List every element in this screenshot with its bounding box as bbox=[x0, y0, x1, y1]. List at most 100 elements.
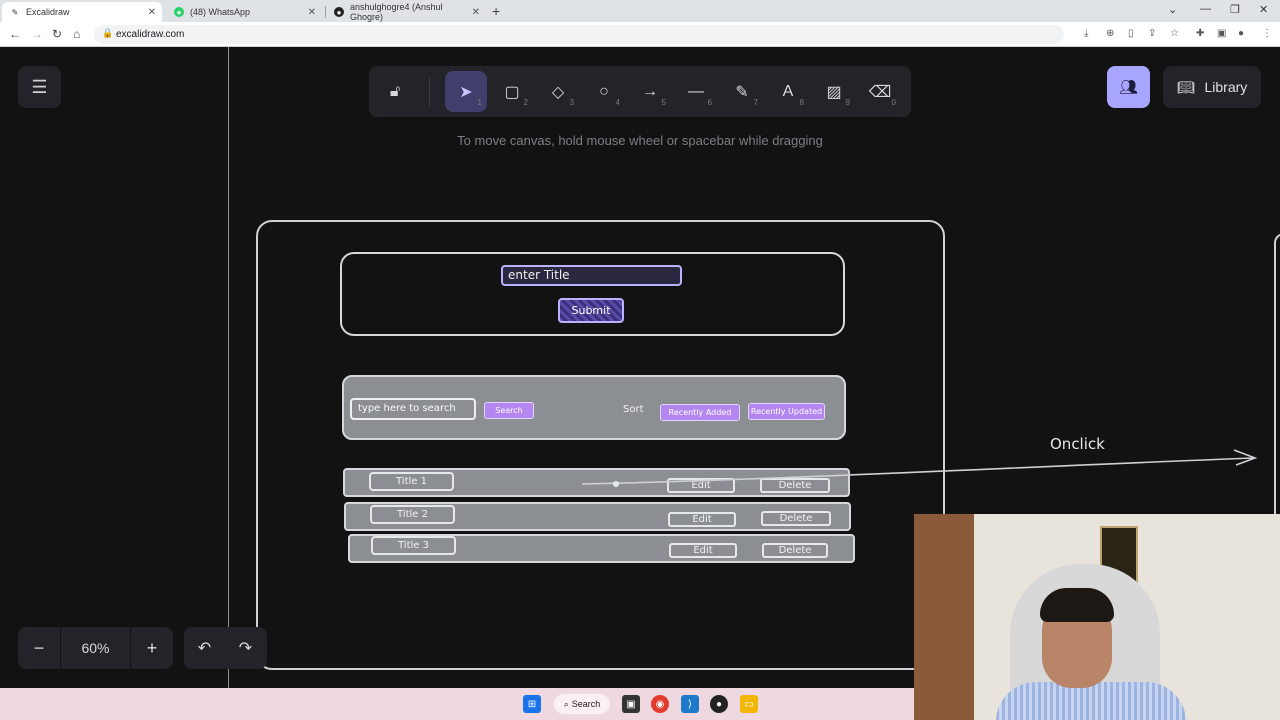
sketch-sort-label[interactable]: Sort bbox=[623, 404, 644, 415]
install-icon[interactable]: ⤓ bbox=[1084, 28, 1088, 39]
tool-key: 5 bbox=[661, 98, 666, 107]
sketch-search-input[interactable]: type here to search bbox=[350, 398, 476, 420]
collaborate-button[interactable]: 👥︎ bbox=[1107, 66, 1150, 108]
close-window-icon[interactable]: ✕ bbox=[1259, 3, 1268, 16]
tool-key: 4 bbox=[615, 98, 620, 107]
diamond-icon: ◇ bbox=[551, 83, 565, 101]
tool-key: 0 bbox=[891, 98, 896, 107]
sketch-edit-button[interactable]: Edit bbox=[668, 512, 736, 527]
zoom-level[interactable]: 60% bbox=[60, 627, 131, 669]
tool-draw[interactable]: ✎ 7 bbox=[721, 71, 763, 112]
bookmark-star-icon[interactable]: ☆ bbox=[1170, 28, 1179, 39]
share-icon[interactable]: ⇪ bbox=[1148, 28, 1156, 39]
windows-start-icon[interactable]: ⊞ bbox=[523, 695, 541, 713]
extensions-icon[interactable]: ✚ bbox=[1196, 28, 1204, 39]
pencil-icon: ✎ bbox=[735, 83, 749, 101]
redo-icon[interactable]: ↷ bbox=[225, 627, 266, 669]
tool-key: 8 bbox=[799, 98, 804, 107]
tool-image[interactable]: ▨ 9 bbox=[813, 71, 855, 112]
sketch-row-title[interactable]: Title 2 bbox=[370, 505, 455, 524]
task-view-icon[interactable]: ▣ bbox=[622, 695, 640, 713]
minimize-icon[interactable]: — bbox=[1200, 3, 1211, 15]
sketch-recently-added-button[interactable]: Recently Added bbox=[660, 404, 740, 421]
sidepanel-icon[interactable]: ▣ bbox=[1217, 28, 1226, 39]
zoom-out-icon[interactable]: − bbox=[18, 627, 60, 669]
tool-rectangle[interactable]: ▢ 2 bbox=[491, 71, 533, 112]
tool-line[interactable]: — 6 bbox=[675, 71, 717, 112]
address-bar-row: ← → ↻ ⌂ 🔒 excalidraw.com ⤓ ⊕ ▯ ⇪ ☆ ✚ ▣ ●… bbox=[0, 22, 1280, 47]
close-tab-icon[interactable]: ✕ bbox=[472, 7, 480, 18]
shape-toolbar: 🔓︎ ➤ 1 ▢ 2 ◇ 3 ○ 4 → 5 — 6 ✎ 7 A 8 ▨ 9 ⌫… bbox=[369, 66, 911, 117]
undo-icon[interactable]: ↶ bbox=[184, 627, 225, 669]
sketch-title-input[interactable]: enter Title bbox=[501, 265, 682, 286]
chrome-icon[interactable]: ◉ bbox=[651, 695, 669, 713]
tool-key: 2 bbox=[523, 98, 528, 107]
tool-key: 9 bbox=[845, 98, 850, 107]
rectangle-icon: ▢ bbox=[504, 83, 520, 101]
windows-taskbar: ⊞ ⌕ Search ▣ ◉ ⟩ ● ▭ bbox=[0, 688, 914, 720]
tab-github[interactable]: ● anshulghogre4 (Anshul Ghogre) ✕ bbox=[326, 2, 486, 22]
excalidraw-favicon-icon: ✎ bbox=[11, 7, 19, 17]
tab-excalidraw[interactable]: ✎ Excalidraw ✕ bbox=[2, 2, 162, 22]
omnibox[interactable]: 🔒 excalidraw.com bbox=[94, 25, 1064, 44]
hamburger-icon: ☰ bbox=[31, 76, 48, 97]
toolbar-divider bbox=[429, 78, 430, 106]
zoom-icon[interactable]: ⊕ bbox=[1106, 28, 1114, 39]
zoom-in-icon[interactable]: + bbox=[131, 627, 173, 669]
vscode-icon[interactable]: ⟩ bbox=[681, 695, 699, 713]
whatsapp-favicon-icon: ● bbox=[174, 7, 184, 17]
tool-diamond[interactable]: ◇ 3 bbox=[537, 71, 579, 112]
library-button[interactable]: 📖︎ Library bbox=[1163, 66, 1261, 108]
new-tab-icon[interactable]: + bbox=[492, 3, 500, 19]
line-icon: — bbox=[688, 82, 704, 100]
sketch-delete-button[interactable]: Delete bbox=[761, 511, 831, 526]
sketch-search-button[interactable]: Search bbox=[484, 402, 534, 419]
tool-key: 3 bbox=[569, 98, 574, 107]
obs-icon[interactable]: ● bbox=[710, 695, 728, 713]
sketch-delete-button[interactable]: Delete bbox=[762, 543, 828, 558]
tool-ellipse[interactable]: ○ 4 bbox=[583, 71, 625, 112]
taskbar-search-label: Search bbox=[571, 699, 601, 709]
tool-arrow[interactable]: → 5 bbox=[629, 71, 671, 112]
webcam-person-shirt bbox=[996, 682, 1186, 720]
sketch-submit-button[interactable]: Submit bbox=[558, 298, 624, 323]
tool-key: 1 bbox=[477, 98, 482, 107]
sketch-edit-button[interactable]: Edit bbox=[669, 543, 737, 558]
forward-icon[interactable]: → bbox=[31, 27, 43, 41]
zoom-controls: − 60% + bbox=[18, 627, 173, 669]
sketch-row-title[interactable]: Title 1 bbox=[369, 472, 454, 491]
restore-icon[interactable]: ❐ bbox=[1230, 3, 1240, 16]
webcam-overlay bbox=[914, 514, 1280, 720]
sketch-row-title[interactable]: Title 3 bbox=[371, 536, 456, 555]
reload-icon[interactable]: ↻ bbox=[52, 27, 62, 41]
main-menu-button[interactable]: ☰ bbox=[18, 66, 61, 108]
tool-eraser[interactable]: ⌫ 0 bbox=[859, 71, 901, 112]
search-icon: ⌕ bbox=[563, 698, 569, 709]
close-tab-icon[interactable]: ✕ bbox=[308, 7, 316, 18]
url-text: excalidraw.com bbox=[116, 29, 185, 40]
tab-whatsapp[interactable]: ● (48) WhatsApp ✕ bbox=[166, 2, 322, 22]
close-tab-icon[interactable]: ✕ bbox=[148, 7, 156, 18]
ellipse-icon: ○ bbox=[599, 82, 609, 100]
taskbar-search[interactable]: ⌕ Search bbox=[554, 694, 610, 714]
sketch-recently-updated-button[interactable]: Recently Updated bbox=[748, 403, 825, 420]
lock-icon[interactable]: 🔒 bbox=[102, 28, 113, 39]
page-icon[interactable]: ▯ bbox=[1128, 28, 1134, 39]
tab-search-icon[interactable]: ⌄ bbox=[1168, 3, 1177, 16]
profile-icon[interactable]: ● bbox=[1238, 28, 1244, 39]
pointer-icon: ➤ bbox=[459, 83, 473, 101]
tool-key: 7 bbox=[753, 98, 758, 107]
home-icon[interactable]: ⌂ bbox=[73, 27, 80, 41]
back-icon[interactable]: ← bbox=[9, 27, 21, 41]
tool-text[interactable]: A 8 bbox=[767, 71, 809, 112]
canvas-hint: To move canvas, hold mouse wheel or spac… bbox=[457, 133, 823, 148]
menu-kebab-icon[interactable]: ⋮ bbox=[1262, 28, 1272, 39]
tool-selection[interactable]: ➤ 1 bbox=[445, 71, 487, 112]
tab-title: Excalidraw bbox=[26, 7, 70, 17]
book-icon: 📖︎ bbox=[1176, 78, 1195, 95]
sketch-onclick-arrow[interactable] bbox=[570, 442, 1270, 492]
file-explorer-icon[interactable]: ▭ bbox=[740, 695, 758, 713]
unlock-icon: 🔓︎ bbox=[389, 82, 401, 100]
text-icon: A bbox=[782, 82, 794, 100]
tool-lock[interactable]: 🔓︎ bbox=[374, 71, 416, 112]
